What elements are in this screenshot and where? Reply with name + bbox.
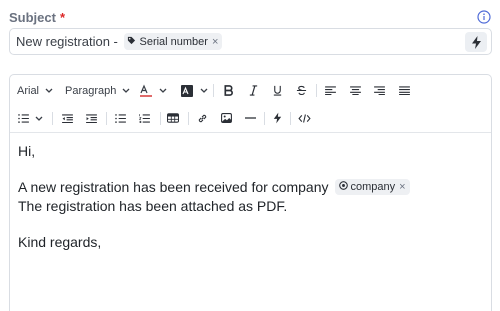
- align-center-button[interactable]: [347, 80, 363, 102]
- align-justify-button[interactable]: [396, 80, 412, 102]
- insert-table-button[interactable]: [165, 107, 181, 129]
- subject-label: Subject: [9, 9, 56, 25]
- chevron-down-icon: [35, 116, 43, 121]
- bolt-icon: [273, 112, 281, 124]
- toolbar-divider: [213, 84, 214, 97]
- toolbar-row-1: Arial Paragraph: [10, 76, 491, 105]
- bullet-list-icon: [114, 113, 126, 123]
- rich-text-editor: Arial Paragraph Hi, A new registration h…: [9, 74, 492, 311]
- font-family-select[interactable]: Arial: [17, 80, 53, 102]
- toolbar-divider: [264, 112, 265, 125]
- text-color-button[interactable]: [139, 80, 167, 102]
- outdent-button[interactable]: [59, 107, 75, 129]
- italic-button[interactable]: [245, 80, 261, 102]
- list-style-select[interactable]: [18, 107, 43, 129]
- numbered-list-button[interactable]: [136, 107, 152, 129]
- table-icon: [167, 113, 179, 123]
- closing-line: Kind regards,: [18, 234, 102, 250]
- align-right-button[interactable]: [371, 80, 387, 102]
- bullet-list-button[interactable]: [112, 107, 128, 129]
- subject-label-row: Subject *: [9, 8, 492, 26]
- source-code-button[interactable]: [296, 107, 312, 129]
- align-left-icon: [324, 86, 336, 95]
- highlight-color-button[interactable]: [180, 80, 208, 102]
- highlight-icon: [181, 84, 193, 97]
- underline-icon: [273, 85, 281, 96]
- chevron-down-icon: [200, 88, 208, 93]
- image-icon: [220, 113, 232, 123]
- bolt-icon: [471, 35, 481, 49]
- serial-number-variable-chip[interactable]: Serial number ×: [124, 33, 223, 50]
- company-variable-chip[interactable]: company ×: [334, 179, 410, 195]
- block-type-select[interactable]: Paragraph: [65, 80, 130, 102]
- italic-icon: [249, 85, 257, 96]
- info-icon[interactable]: [477, 10, 491, 24]
- numbered-list-icon: [138, 113, 150, 123]
- insert-link-button[interactable]: [194, 107, 210, 129]
- close-icon[interactable]: ×: [399, 181, 405, 193]
- insert-image-button[interactable]: [218, 107, 234, 129]
- tag-icon: [127, 36, 139, 48]
- close-icon[interactable]: ×: [212, 36, 218, 48]
- subject-input[interactable]: New registration - Serial number ×: [9, 28, 492, 55]
- indent-icon: [85, 113, 97, 123]
- horizontal-rule-button[interactable]: [242, 107, 258, 129]
- toolbar-divider: [316, 84, 317, 97]
- align-justify-icon: [398, 86, 410, 95]
- toolbar-divider: [106, 112, 107, 125]
- strikethrough-button[interactable]: [293, 80, 309, 102]
- variable-icon: [338, 181, 351, 193]
- text-color-icon: [140, 83, 152, 97]
- align-center-icon: [349, 86, 361, 95]
- toolbar-divider: [52, 112, 53, 125]
- bold-button[interactable]: [220, 80, 236, 102]
- bold-icon: [223, 85, 233, 96]
- insert-variable-button[interactable]: [465, 32, 487, 52]
- align-left-button[interactable]: [322, 80, 338, 102]
- indent-button[interactable]: [83, 107, 99, 129]
- body-line-2: The registration has been attached as PD…: [18, 198, 288, 214]
- insert-variable-button[interactable]: [269, 107, 285, 129]
- toolbar-divider: [160, 112, 161, 125]
- chevron-down-icon: [122, 88, 130, 93]
- greeting-line: Hi,: [18, 143, 36, 159]
- toolbar-divider: [188, 112, 189, 125]
- horizontal-rule-icon: [244, 117, 256, 119]
- chevron-down-icon: [45, 88, 53, 93]
- body-line-1-text: A new registration has been received for…: [18, 179, 329, 195]
- block-type-value: Paragraph: [65, 84, 117, 97]
- body-line-1: A new registration has been received for…: [18, 179, 410, 195]
- link-icon: [198, 114, 206, 122]
- chevron-down-icon: [159, 88, 167, 93]
- chip-label: Serial number: [139, 35, 208, 48]
- underline-button[interactable]: [269, 80, 285, 102]
- subject-text: New registration -: [16, 34, 122, 49]
- required-marker: *: [59, 9, 66, 25]
- toolbar-row-2: [10, 104, 491, 133]
- chip-label: company: [350, 181, 396, 193]
- code-icon: [297, 113, 311, 123]
- list-style-icon: [18, 113, 29, 123]
- font-family-value: Arial: [17, 84, 40, 97]
- outdent-icon: [61, 113, 73, 123]
- strikethrough-icon: [296, 85, 306, 96]
- align-right-icon: [373, 86, 385, 95]
- toolbar-divider: [290, 112, 291, 125]
